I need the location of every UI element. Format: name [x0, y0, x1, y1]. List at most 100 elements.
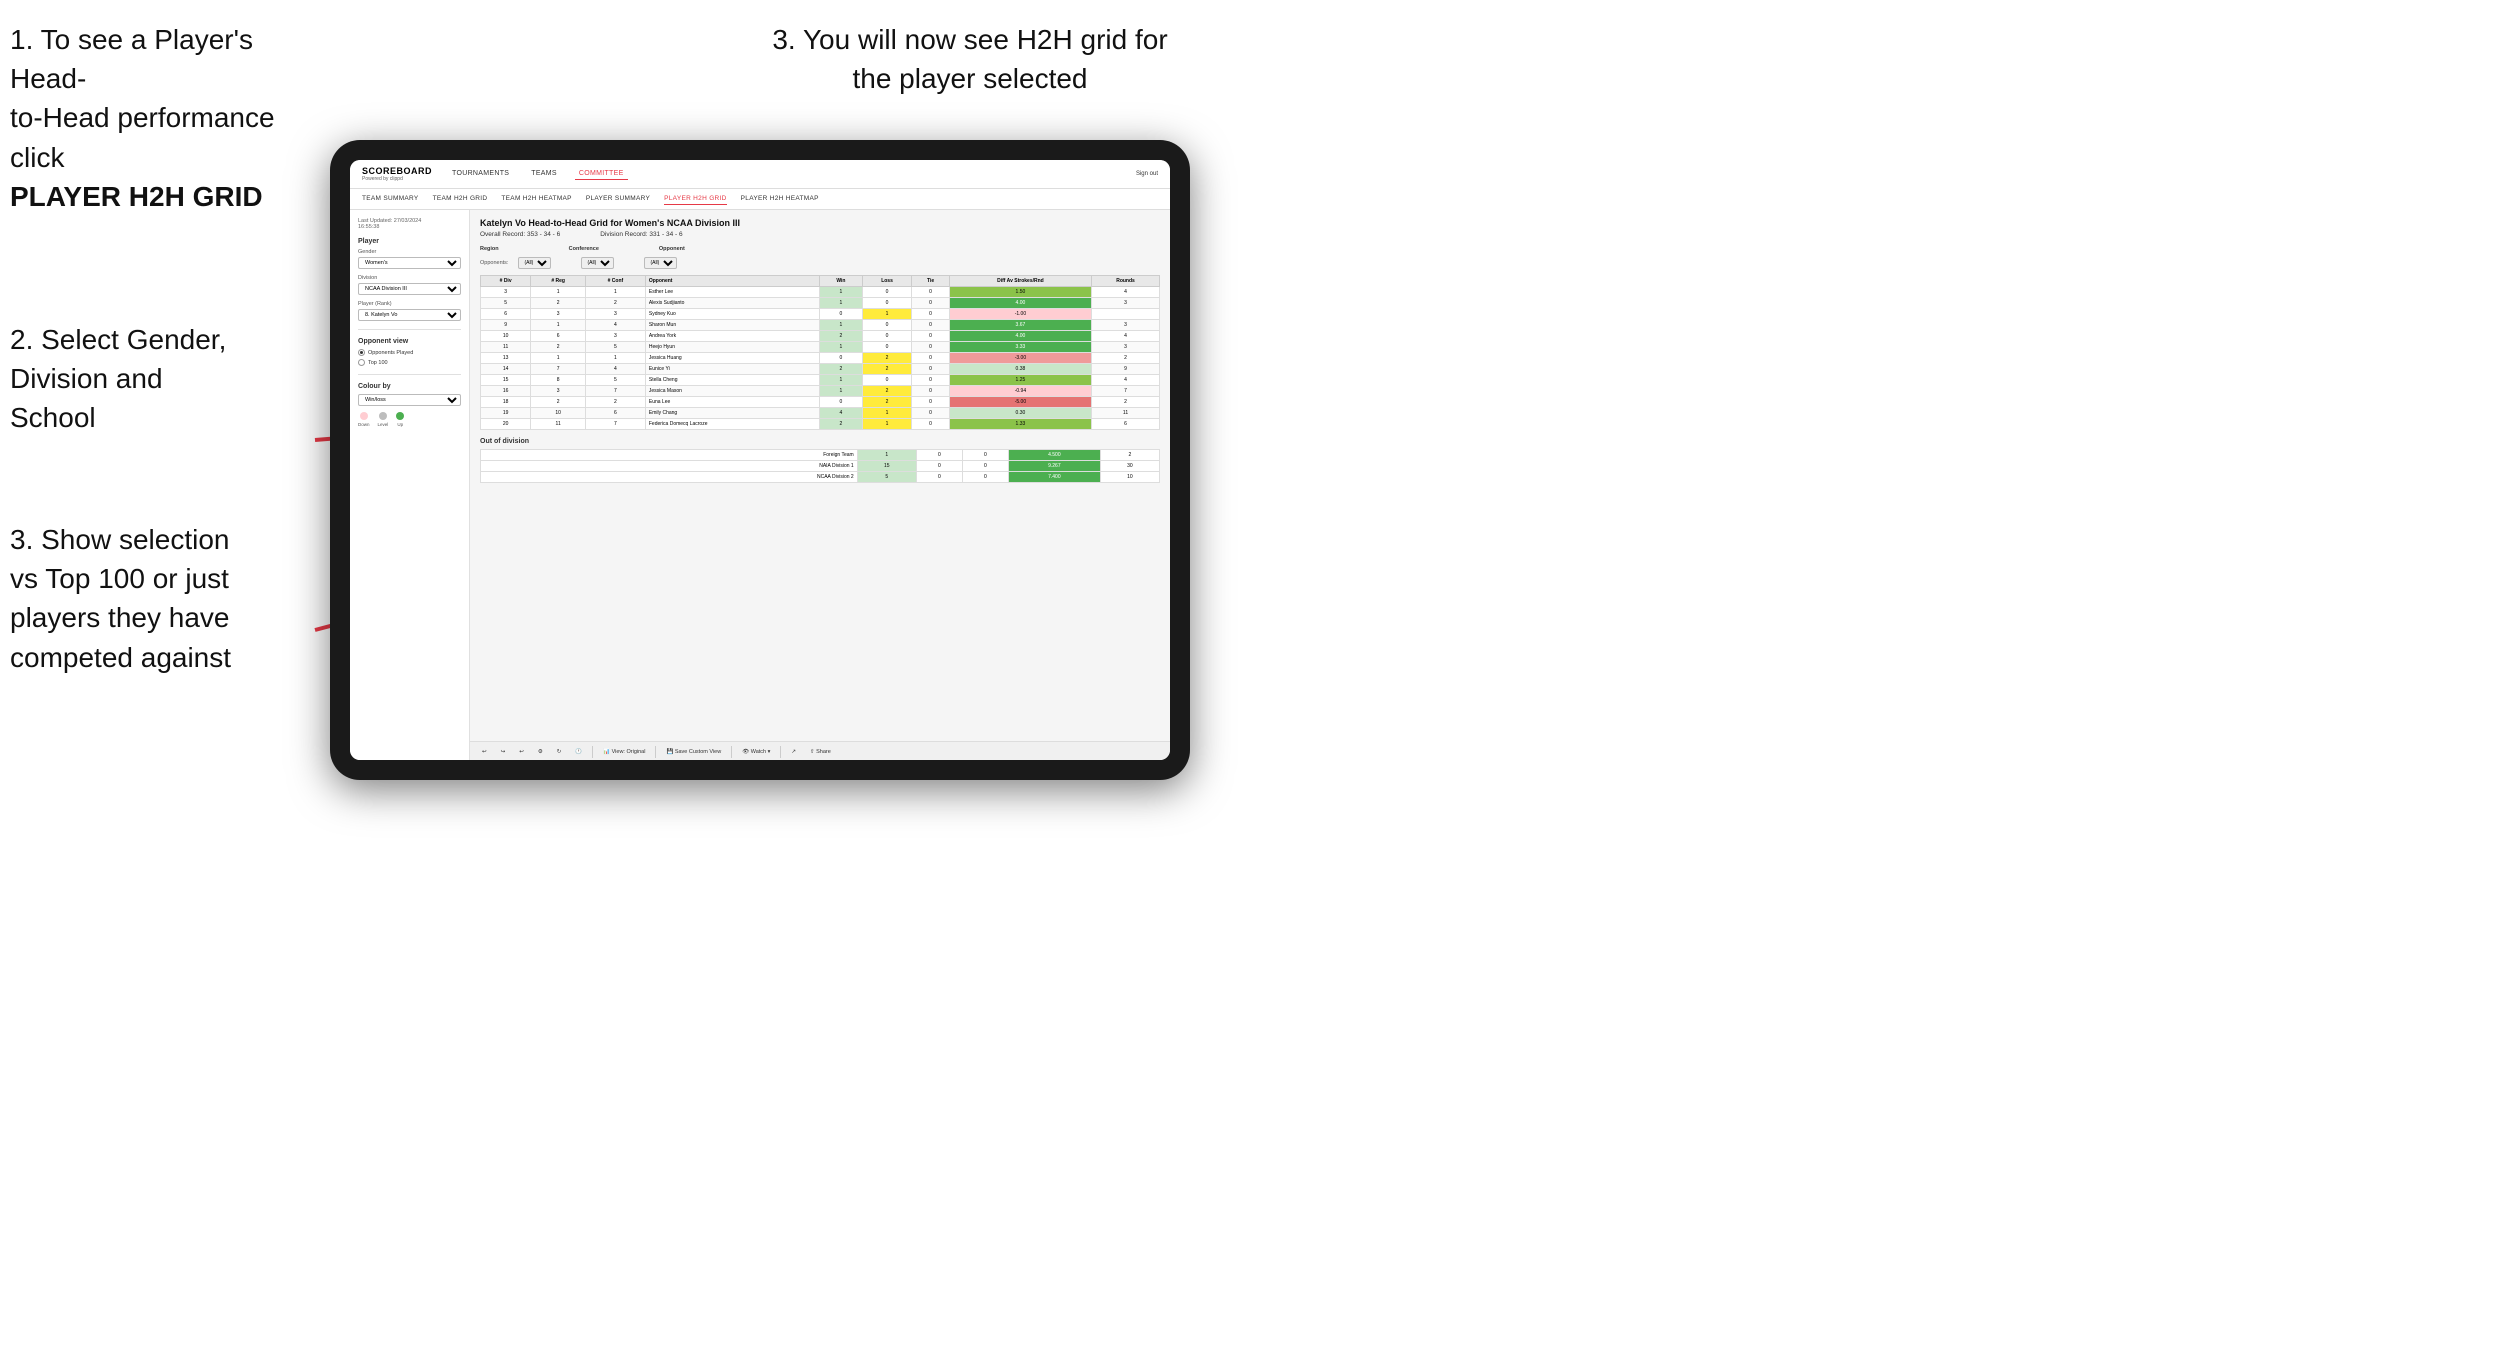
out-of-division-table: Foreign Team 1 0 0 4.500 2 NAIA Division…: [480, 449, 1160, 483]
toolbar: ↩ ↪ ↩ ⚙ ↻ 🕐 📊 View: Original 💾 Save Cust…: [470, 741, 1170, 760]
cell-tie: 0: [912, 353, 950, 364]
clock-btn[interactable]: 🕐: [571, 748, 586, 756]
cell-reg: 1: [531, 287, 586, 298]
cell-rounds: 7: [1092, 386, 1160, 397]
colour-by-select[interactable]: Win/loss: [358, 394, 461, 406]
cell-rounds: 4: [1092, 331, 1160, 342]
cell-div: 11: [481, 342, 531, 353]
conference-filter[interactable]: (All): [581, 257, 614, 269]
sub-nav-player-h2h-grid[interactable]: PLAYER H2H GRID: [664, 193, 727, 205]
table-row: 14 7 4 Eunice Yi 2 2 0 0.38 9: [481, 364, 1160, 375]
sidebar-division-field: Division NCAA Division III NCAA Division…: [358, 275, 461, 295]
cell-tie: 0: [912, 386, 950, 397]
col-rounds: Rounds: [1092, 276, 1160, 287]
cell-tie: 0: [912, 364, 950, 375]
export-btn[interactable]: ↗: [787, 748, 800, 756]
gender-select[interactable]: Women's Men's: [358, 257, 461, 269]
nav-tournaments[interactable]: TOURNAMENTS: [448, 168, 513, 180]
cell-div: 15: [481, 375, 531, 386]
cell-diff: 4.00: [949, 331, 1091, 342]
nav-committee[interactable]: COMMITTEE: [575, 168, 628, 180]
out-cell-team: NAIA Division 1: [481, 461, 858, 472]
cell-conf: 5: [586, 342, 646, 353]
cell-loss: 1: [862, 309, 912, 320]
out-cell-team: NCAA Division 2: [481, 472, 858, 483]
cell-rounds: 2: [1092, 353, 1160, 364]
cell-rounds: 4: [1092, 287, 1160, 298]
cell-loss: 0: [862, 287, 912, 298]
app-logo-sub: Powered by clippd: [362, 176, 432, 182]
cell-conf: 3: [586, 309, 646, 320]
cell-div: 16: [481, 386, 531, 397]
share-btn[interactable]: ⇧ Share: [806, 748, 835, 756]
cell-conf: 4: [586, 320, 646, 331]
sub-nav-team-summary[interactable]: TEAM SUMMARY: [362, 193, 419, 205]
cell-loss: 0: [862, 298, 912, 309]
cell-rounds: 3: [1092, 298, 1160, 309]
cell-reg: 7: [531, 364, 586, 375]
cell-opponent: Euna Lee: [645, 397, 819, 408]
cell-win: 1: [820, 287, 863, 298]
cell-rounds: 3: [1092, 342, 1160, 353]
watch-btn[interactable]: 👁 Watch ▾: [738, 748, 774, 756]
cell-reg: 8: [531, 375, 586, 386]
sub-nav-player-summary[interactable]: PLAYER SUMMARY: [586, 193, 650, 205]
main-content: Katelyn Vo Head-to-Head Grid for Women's…: [470, 210, 1170, 741]
cell-conf: 7: [586, 419, 646, 430]
cell-diff: 0.38: [949, 364, 1091, 375]
cell-loss: 2: [862, 397, 912, 408]
out-of-division-title: Out of division: [480, 438, 1160, 445]
conference-label: Conference: [569, 246, 599, 252]
cell-tie: 0: [912, 331, 950, 342]
radio-opponents-played[interactable]: Opponents Played: [358, 349, 461, 356]
cell-win: 1: [820, 342, 863, 353]
radio-top-100[interactable]: Top 100: [358, 359, 461, 366]
sub-nav-player-h2h-heatmap[interactable]: PLAYER H2H HEATMAP: [741, 193, 819, 205]
refresh-btn[interactable]: ↻: [553, 748, 566, 756]
cell-opponent: Sydney Kuo: [645, 309, 819, 320]
opponents-filter[interactable]: (All): [518, 257, 551, 269]
table-row: 10 6 3 Andrea York 2 0 0 4.00 4: [481, 331, 1160, 342]
app-logo: SCOREBOARD: [362, 166, 432, 176]
cell-reg: 11: [531, 419, 586, 430]
sidebar-divider: [358, 329, 461, 330]
out-cell-win: 5: [857, 472, 916, 483]
cell-reg: 2: [531, 298, 586, 309]
opponent-view-title: Opponent view: [358, 338, 461, 345]
forward-btn[interactable]: ⚙: [534, 748, 547, 756]
back-btn[interactable]: ↩: [515, 748, 528, 756]
cell-loss: 2: [862, 386, 912, 397]
cell-conf: 1: [586, 287, 646, 298]
cell-win: 4: [820, 408, 863, 419]
cell-diff: 1.25: [949, 375, 1091, 386]
save-custom-btn[interactable]: 💾 Save Custom View: [662, 748, 725, 756]
cell-opponent: Alexis Sudjianto: [645, 298, 819, 309]
legend-label-down: Down: [358, 422, 370, 427]
division-select[interactable]: NCAA Division III NCAA Division I NCAA D…: [358, 283, 461, 295]
sub-nav-team-h2h-grid[interactable]: TEAM H2H GRID: [433, 193, 488, 205]
cell-reg: 1: [531, 353, 586, 364]
opp-filter[interactable]: (All): [644, 257, 677, 269]
table-row: 18 2 2 Euna Lee 0 2 0 -5.00 2: [481, 397, 1160, 408]
view-original-btn[interactable]: 📊 View: Original: [599, 748, 649, 756]
undo-btn[interactable]: ↩: [478, 748, 491, 756]
nav-teams[interactable]: TEAMS: [527, 168, 561, 180]
cell-div: 9: [481, 320, 531, 331]
legend-dot-level: [379, 412, 387, 420]
cell-rounds: 3: [1092, 320, 1160, 331]
cell-loss: 1: [862, 408, 912, 419]
cell-opponent: Stella Cheng: [645, 375, 819, 386]
out-cell-loss: 0: [916, 472, 962, 483]
division-record: Division Record: 331 - 34 - 6: [600, 231, 682, 238]
cell-div: 20: [481, 419, 531, 430]
sign-out[interactable]: Sign out: [1136, 171, 1158, 177]
col-tie: Tie: [912, 276, 950, 287]
col-opponent: Opponent: [645, 276, 819, 287]
col-div: # Div: [481, 276, 531, 287]
legend-dot-up: [396, 412, 404, 420]
player-rank-select[interactable]: 8. Katelyn Vo: [358, 309, 461, 321]
sub-nav-team-h2h-heatmap[interactable]: TEAM H2H HEATMAP: [501, 193, 571, 205]
cell-diff: 0.30: [949, 408, 1091, 419]
cell-tie: 0: [912, 397, 950, 408]
redo-btn[interactable]: ↪: [497, 748, 510, 756]
